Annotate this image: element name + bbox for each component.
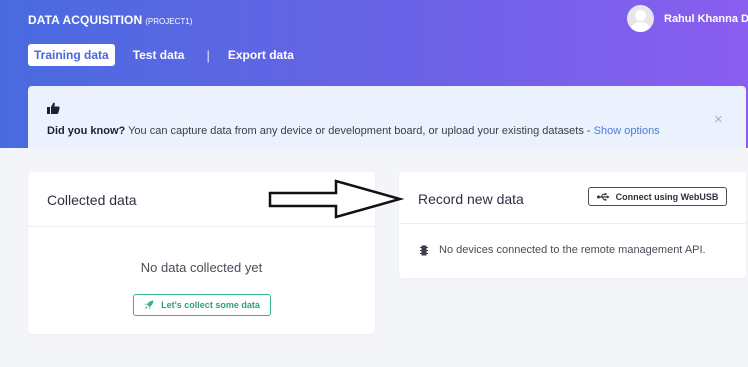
collect-data-label: Let's collect some data xyxy=(161,300,260,310)
rocket-icon xyxy=(144,300,154,310)
tip-banner: Did you know? You can capture data from … xyxy=(28,86,746,148)
collect-data-button[interactable]: Let's collect some data xyxy=(133,294,271,316)
tab-test-data[interactable]: Test data xyxy=(127,44,191,66)
usb-icon xyxy=(596,192,610,201)
tab-export-data[interactable]: Export data xyxy=(222,44,300,66)
tab-training-data[interactable]: Training data xyxy=(28,44,115,66)
project-name: (PROJECT1) xyxy=(145,17,193,26)
device-status-text: No devices connected to the remote manag… xyxy=(439,244,706,256)
empty-state-text: No data collected yet xyxy=(140,260,263,275)
record-new-data-panel: Record new data Connect using WebUSB No … xyxy=(399,172,746,278)
tab-bar: Training data Test data | Export data xyxy=(28,44,300,66)
avatar[interactable] xyxy=(627,5,654,32)
user-name[interactable]: Rahul Khanna D xyxy=(664,13,748,25)
tip-body: You can capture data from any device or … xyxy=(125,125,594,137)
divider xyxy=(399,223,746,224)
show-options-link[interactable]: Show options xyxy=(594,125,660,137)
arrow-annotation-icon xyxy=(268,179,404,219)
connect-webusb-button[interactable]: Connect using WebUSB xyxy=(588,187,727,206)
tip-text: Did you know? You can capture data from … xyxy=(47,125,660,137)
device-status: No devices connected to the remote manag… xyxy=(420,244,706,256)
divider xyxy=(28,226,375,227)
tip-heading: Did you know? xyxy=(47,125,126,137)
user-menu[interactable]: Rahul Khanna D xyxy=(627,5,748,32)
connect-webusb-label: Connect using WebUSB xyxy=(615,191,719,202)
collected-data-title: Collected data xyxy=(47,192,137,208)
thumbs-up-icon xyxy=(47,101,60,119)
chip-icon xyxy=(420,245,428,255)
close-icon[interactable]: × xyxy=(714,111,723,128)
record-new-data-title: Record new data xyxy=(418,191,524,207)
tab-separator: | xyxy=(206,47,210,63)
page-title: DATA ACQUISITION (PROJECT1) xyxy=(28,11,192,29)
page-title-text: DATA ACQUISITION xyxy=(28,13,143,27)
